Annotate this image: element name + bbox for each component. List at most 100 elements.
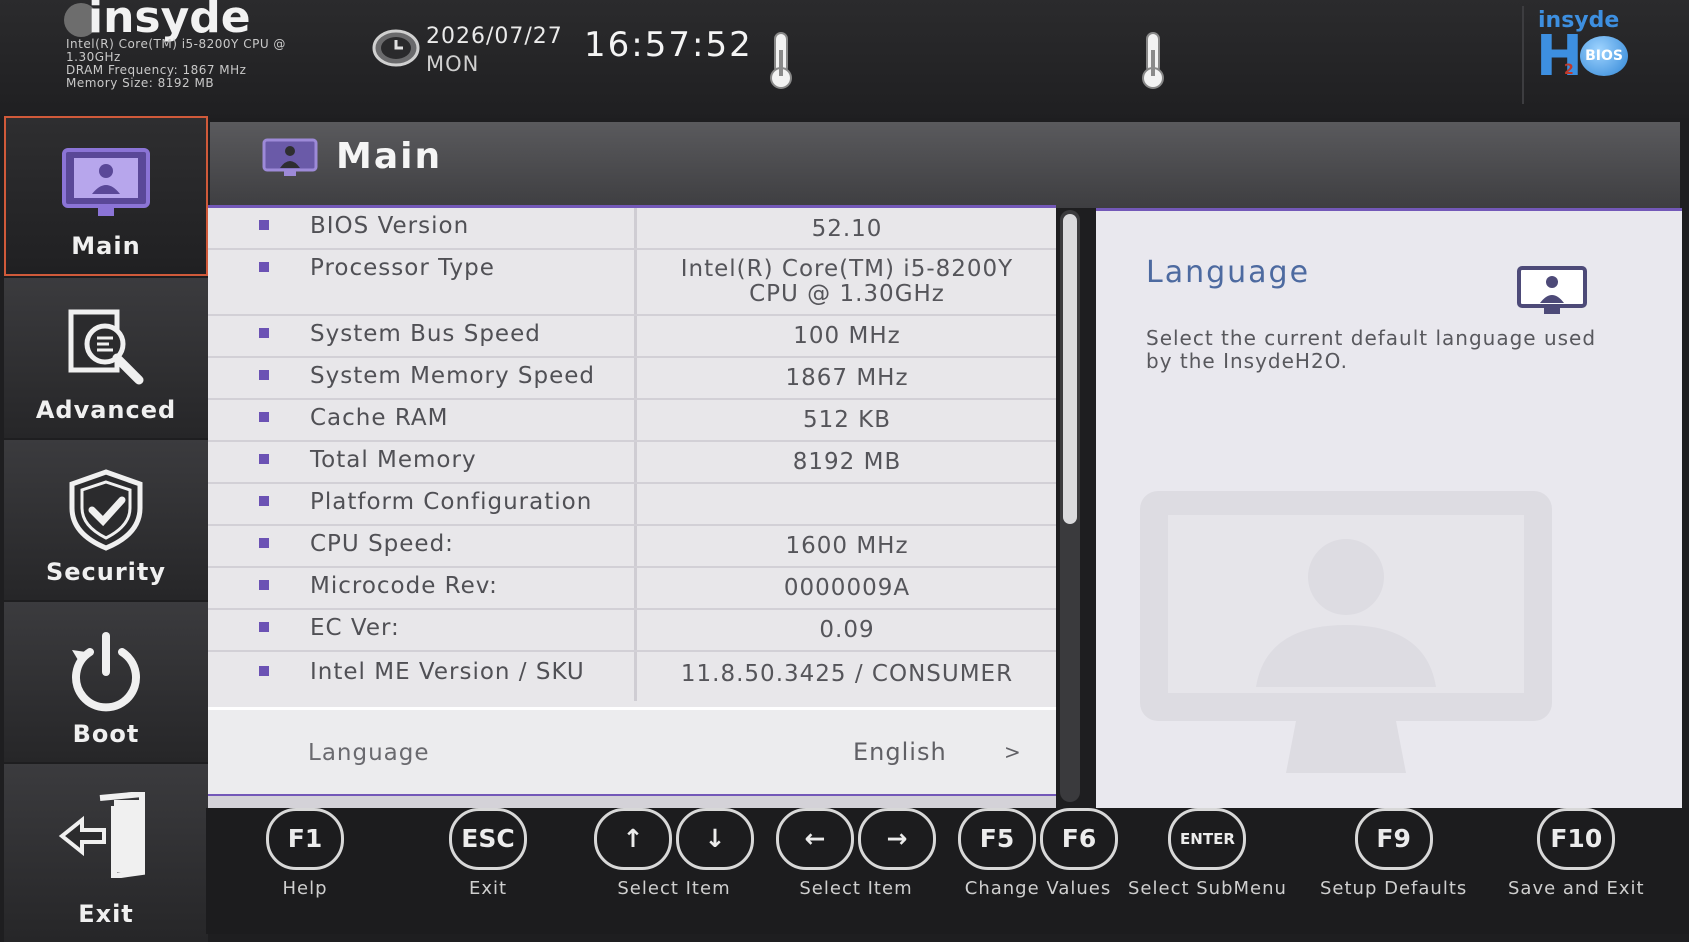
- sidebar-item-security[interactable]: Security: [4, 440, 208, 600]
- row-label: CPU Speed:: [310, 531, 454, 557]
- clock-icon: [372, 29, 420, 67]
- key-f9-setup-defaults[interactable]: F9 Setup Defaults: [1320, 808, 1467, 899]
- help-panel: Language Select the current default lang…: [1096, 208, 1682, 814]
- row-value: 11.8.50.3425 / CONSUMER: [680, 661, 1014, 687]
- insyde-h2o-bios-logo: insyde H 2 BIOS: [1522, 6, 1654, 104]
- language-label: Language: [308, 740, 430, 766]
- main-info-panel: BIOS Version 52.10 Processor Type Intel(…: [208, 205, 1056, 808]
- key-f1-help[interactable]: F1 Help: [264, 808, 346, 899]
- exit-door-icon: [58, 792, 145, 878]
- key-label: Select SubMenu: [1128, 878, 1287, 899]
- row-label: Processor Type: [310, 255, 495, 281]
- row-value: 1867 MHz: [785, 365, 909, 391]
- sidebar-item-main[interactable]: Main: [4, 116, 208, 276]
- row-bullet: [259, 220, 269, 230]
- key-leftright-select-item[interactable]: ← → Select Item: [774, 808, 938, 899]
- key-label: Select Item: [799, 878, 913, 899]
- key-label: Select Item: [617, 878, 731, 899]
- arrow-down-icon: ↓: [676, 808, 754, 870]
- row-label: EC Ver:: [310, 615, 400, 641]
- row-bullet: [259, 454, 269, 464]
- row-value: 52.10: [811, 216, 883, 242]
- info-row-cache-ram: Cache RAM 512 KB: [208, 400, 1056, 442]
- sidebar-item-advanced[interactable]: Advanced: [4, 278, 208, 438]
- chevron-right-icon: >: [1004, 740, 1022, 764]
- row-label: System Bus Speed: [310, 321, 541, 347]
- row-bullet: [259, 538, 269, 548]
- key-label: Setup Defaults: [1320, 878, 1468, 899]
- row-value: 8192 MB: [792, 449, 902, 475]
- arrow-up-icon: ↑: [594, 808, 672, 870]
- info-row-ec-ver: EC Ver: 0.09: [208, 610, 1056, 652]
- info-row-total-memory: Total Memory 8192 MB: [208, 442, 1056, 484]
- language-value[interactable]: English: [853, 738, 947, 766]
- brand-subscript: 2: [1564, 62, 1574, 78]
- sidebar-item-boot[interactable]: Boot: [4, 602, 208, 762]
- brand-line2: H: [1536, 24, 1583, 89]
- row-value: Intel(R) Core(TM) i5-8200Y: [680, 256, 1014, 282]
- arrow-left-icon: ←: [776, 808, 854, 870]
- row-bullet: [259, 328, 269, 338]
- time-display: 16:57:52: [584, 25, 753, 65]
- magnifier-document-icon: [68, 309, 144, 385]
- scrollbar[interactable]: [1060, 210, 1080, 802]
- row-bullet: [259, 496, 269, 506]
- row-label: BIOS Version: [310, 213, 470, 239]
- system-temperature-icon: [1142, 32, 1164, 89]
- key-cap-f9: F9: [1354, 808, 1433, 870]
- key-enter-select-submenu[interactable]: ENTER Select SubMenu: [1128, 808, 1287, 899]
- key-esc-exit[interactable]: ESC Exit: [447, 808, 529, 899]
- key-updown-select-item[interactable]: ↑ ↓ Select Item: [592, 808, 756, 899]
- key-f5f6-change-values[interactable]: F5 F6 Change Values: [956, 808, 1120, 899]
- help-description: Select the current default language used…: [1146, 326, 1597, 373]
- sidebar-item-label: Boot: [72, 720, 140, 748]
- page-header: Main: [210, 122, 1680, 208]
- info-row-cpu-speed: CPU Speed: 1600 MHz: [208, 526, 1056, 568]
- row-label: Total Memory: [310, 447, 477, 473]
- info-row-system-bus-speed: System Bus Speed 100 MHz: [208, 316, 1056, 358]
- page-title: Main: [336, 136, 443, 177]
- monitor-user-icon: [62, 148, 150, 216]
- sidebar-item-label: Exit: [78, 900, 134, 928]
- row-label: System Memory Speed: [310, 363, 596, 389]
- row-bullet: [259, 412, 269, 422]
- system-info: Intel(R) Core(TM) i5-8200Y CPU @ 1.30GHz…: [66, 38, 286, 90]
- scrollbar-thumb[interactable]: [1063, 214, 1077, 524]
- key-cap-enter: ENTER: [1168, 808, 1247, 870]
- sidebar-item-exit[interactable]: Exit: [4, 764, 208, 942]
- key-label: Change Values: [964, 878, 1112, 899]
- row-bullet: [259, 580, 269, 590]
- info-row-system-memory-speed: System Memory Speed 1867 MHz: [208, 358, 1056, 400]
- date-display: 2026/07/27: [426, 24, 563, 49]
- row-label: Microcode Rev:: [310, 573, 498, 599]
- info-row-bios-version: BIOS Version 52.10: [208, 208, 1056, 250]
- watermark-monitor-user-icon: [1140, 491, 1552, 773]
- row-bullet: [259, 666, 269, 676]
- sidebar-item-label: Advanced: [35, 396, 177, 424]
- info-row-intel-me-version: Intel ME Version / SKU 11.8.50.3425 / CO…: [208, 652, 1056, 698]
- row-value: 1600 MHz: [785, 533, 909, 559]
- key-label: Help: [282, 878, 328, 899]
- language-setting-row[interactable]: Language English >: [208, 707, 1056, 796]
- row-value: 512 KB: [802, 407, 892, 433]
- row-value: 0000009A: [783, 575, 911, 601]
- key-cap-f1: F1: [266, 808, 344, 870]
- sidebar: Main Advanced Security Boot Exit: [4, 116, 208, 942]
- row-bullet: [259, 622, 269, 632]
- row-value-line2: CPU @ 1.30GHz: [749, 281, 945, 307]
- key-cap-esc: ESC: [449, 808, 527, 870]
- sys-info-line: Memory Size: 8192 MB: [66, 76, 215, 90]
- key-f10-save-and-exit[interactable]: F10 Save and Exit: [1508, 808, 1645, 899]
- sidebar-item-label: Main: [71, 232, 141, 260]
- sidebar-item-label: Security: [45, 558, 167, 586]
- row-label: Intel ME Version / SKU: [310, 659, 585, 685]
- key-legend-bar: F1 Help ESC Exit ↑ ↓ Select Item ← → Selec…: [206, 808, 1689, 934]
- monitor-user-icon: [1517, 266, 1587, 314]
- key-cap-f10: F10: [1537, 808, 1616, 870]
- panel-bottom-edge: [208, 794, 1056, 808]
- cpu-temperature-icon: [770, 32, 792, 89]
- key-cap-f6: F6: [1040, 808, 1118, 870]
- top-bar: insyde Intel(R) Core(TM) i5-8200Y CPU @ …: [0, 0, 1689, 118]
- row-value: 100 MHz: [793, 323, 901, 349]
- row-label: Cache RAM: [310, 405, 449, 431]
